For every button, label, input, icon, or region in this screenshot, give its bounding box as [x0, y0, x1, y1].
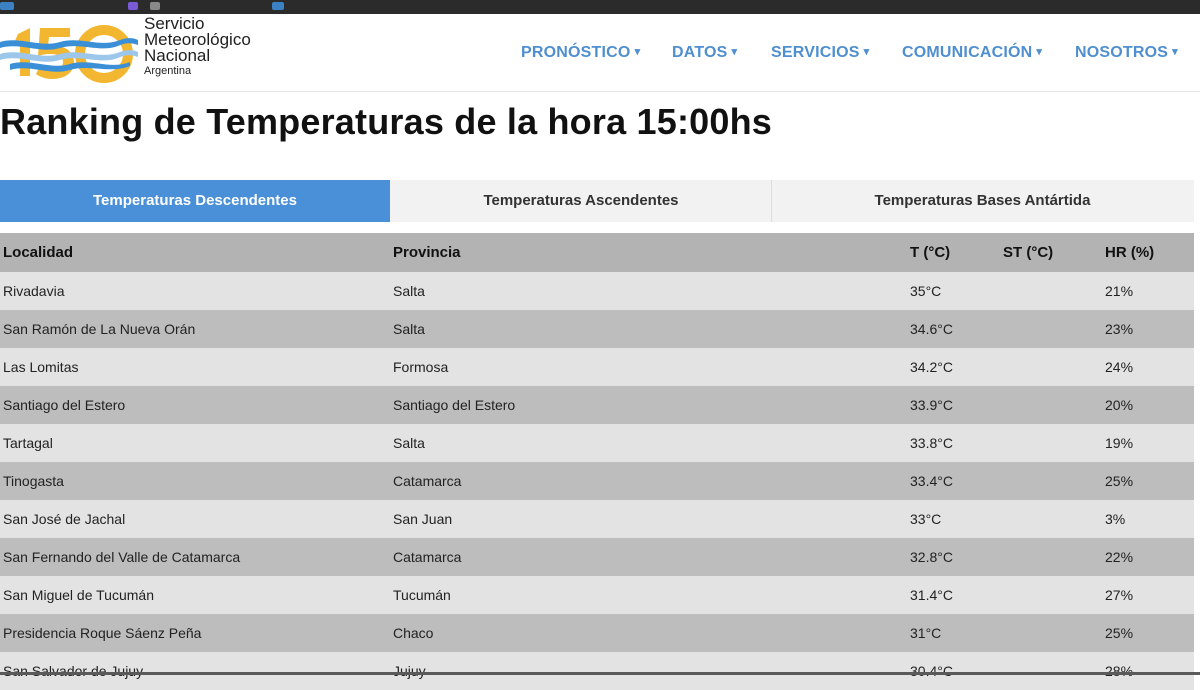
caret-down-icon: ▾ [1172, 46, 1178, 58]
nav-label: DATOS [672, 44, 728, 61]
cell-provincia: Jujuy [393, 663, 426, 679]
cell-provincia: Salta [393, 321, 425, 337]
cell-provincia: Salta [393, 435, 425, 451]
cell-humedad: 28% [1105, 663, 1134, 679]
cell-temperatura: 31°C [910, 625, 942, 641]
browser-tab-icon [272, 2, 284, 10]
nav-nosotros[interactable]: NOSOTROS ▾ [1075, 44, 1178, 62]
cell-humedad: 21% [1105, 283, 1134, 299]
cell-provincia: Catamarca [393, 473, 462, 489]
cell-provincia: Salta [393, 283, 425, 299]
table-row: San Salvador de Jujuy Jujuy 30.4°C 28% [0, 652, 1194, 690]
cell-localidad: Las Lomitas [3, 359, 79, 375]
column-header-sensacion[interactable]: ST (°C) [1003, 233, 1053, 272]
temperature-table: Localidad Provincia T (°C) ST (°C) HR (%… [0, 233, 1194, 690]
cell-provincia: Formosa [393, 359, 449, 375]
table-row: Presidencia Roque Sáenz Peña Chaco 31°C 25% [0, 614, 1194, 652]
logo-line: Nacional [144, 46, 211, 65]
cell-humedad: 25% [1105, 473, 1134, 489]
column-header-localidad[interactable]: Localidad [3, 233, 73, 272]
column-header-humedad[interactable]: HR (%) [1105, 233, 1154, 272]
table-row: Santiago del Estero Santiago del Estero 33… [0, 386, 1194, 424]
tab-antartida[interactable]: Temperaturas Bases Antártida [772, 180, 1193, 222]
caret-down-icon: ▾ [863, 46, 870, 58]
logo-text: Servicio Meteorológico Nacional Argentin… [144, 15, 251, 77]
cell-temperatura: 31.4°C [910, 587, 953, 603]
cell-localidad: Santiago del Estero [3, 397, 126, 413]
nav-datos[interactable]: DATOS ▾ [672, 44, 737, 62]
cell-provincia: San Juan [393, 511, 453, 527]
cell-temperatura: 33.8°C [910, 435, 953, 451]
column-header-temperatura[interactable]: T (°C) [910, 233, 950, 272]
table-row: San Fernando del Valle de Catamarca Catam… [0, 538, 1194, 576]
ranking-tabs: Temperaturas Descendentes Temperaturas A… [0, 180, 1194, 222]
cell-localidad: Rivadavia [3, 283, 65, 299]
cell-temperatura: 33.9°C [910, 397, 953, 413]
nav-label: PRONÓSTICO [521, 44, 631, 61]
cell-localidad: Tinogasta [3, 473, 64, 489]
caret-down-icon: ▾ [1036, 46, 1043, 58]
nav-label: SERVICIOS [771, 44, 860, 61]
cell-provincia: Chaco [393, 625, 434, 641]
table-row: San Ramón de La Nueva Orán Salta 34.6°C 23% [0, 310, 1194, 348]
cell-temperatura: 33°C [910, 511, 942, 527]
cell-localidad: San Salvador de Jujuy [3, 663, 144, 679]
cell-localidad: Presidencia Roque Sáenz Peña [3, 625, 202, 641]
cell-humedad: 25% [1105, 625, 1134, 641]
cell-temperatura: 33.4°C [910, 473, 953, 489]
site-header: Servicio Meteorológico Nacional Argentin… [0, 14, 1200, 92]
column-header-provincia[interactable]: Provincia [393, 233, 461, 272]
smn-logo[interactable] [0, 18, 140, 84]
browser-tab-icon [128, 2, 138, 10]
nav-label: COMUNICACIÓN [902, 44, 1033, 61]
caret-down-icon: ▾ [634, 46, 641, 58]
cell-temperatura: 34.2°C [910, 359, 953, 375]
caret-down-icon: ▾ [731, 46, 738, 58]
table-row: Rivadavia Salta 35°C 21% [0, 272, 1194, 310]
cell-humedad: 20% [1105, 397, 1134, 413]
browser-tab-icon [150, 2, 160, 10]
nav-label: NOSOTROS [1075, 44, 1169, 61]
cell-temperatura: 32.8°C [910, 549, 953, 565]
nav-comunicacion[interactable]: COMUNICACIÓN ▾ [902, 44, 1042, 62]
table-row: Las Lomitas Formosa 34.2°C 24% [0, 348, 1194, 386]
cell-humedad: 23% [1105, 321, 1134, 337]
table-row: San José de Jachal San Juan 33°C 3% [0, 500, 1194, 538]
cell-humedad: 3% [1105, 511, 1126, 527]
cell-localidad: San Ramón de La Nueva Orán [3, 321, 196, 337]
table-row: Tartagal Salta 33.8°C 19% [0, 424, 1194, 462]
cell-provincia: Santiago del Estero [393, 397, 516, 413]
cell-provincia: Tucumán [393, 587, 451, 603]
page-title: Ranking de Temperaturas de la hora 15:00… [0, 101, 772, 142]
logo-line: Argentina [144, 65, 192, 77]
cell-humedad: 27% [1105, 587, 1134, 603]
cell-humedad: 22% [1105, 549, 1134, 565]
cell-localidad: San Fernando del Valle de Catamarca [3, 549, 241, 565]
table-header-row: Localidad Provincia T (°C) ST (°C) HR (%… [0, 233, 1194, 272]
tab-descendentes[interactable]: Temperaturas Descendentes [0, 180, 390, 222]
cell-humedad: 24% [1105, 359, 1134, 375]
cell-temperatura: 34.6°C [910, 321, 953, 337]
browser-favicon-icon [0, 2, 14, 10]
cell-localidad: San Miguel de Tucumán [3, 587, 154, 603]
nav-servicios[interactable]: SERVICIOS ▾ [771, 44, 869, 62]
cell-provincia: Catamarca [393, 549, 462, 565]
table-row: Tinogasta Catamarca 33.4°C 25% [0, 462, 1194, 500]
browser-bar [0, 0, 1200, 14]
nav-pronostico[interactable]: PRONÓSTICO ▾ [521, 44, 640, 62]
table-body: Rivadavia Salta 35°C 21% San Ramón de La Nue… [0, 272, 1194, 690]
cell-localidad: Tartagal [3, 435, 53, 451]
cell-localidad: San José de Jachal [3, 511, 126, 527]
table-row: San Miguel de Tucumán Tucumán 31.4°C 27% [0, 576, 1194, 614]
smn-150-logo-icon [0, 25, 138, 83]
cell-temperatura: 35°C [910, 283, 942, 299]
tab-ascendentes[interactable]: Temperaturas Ascendentes [391, 180, 771, 222]
cell-temperatura: 30.4°C [910, 663, 953, 679]
cell-humedad: 19% [1105, 435, 1134, 451]
